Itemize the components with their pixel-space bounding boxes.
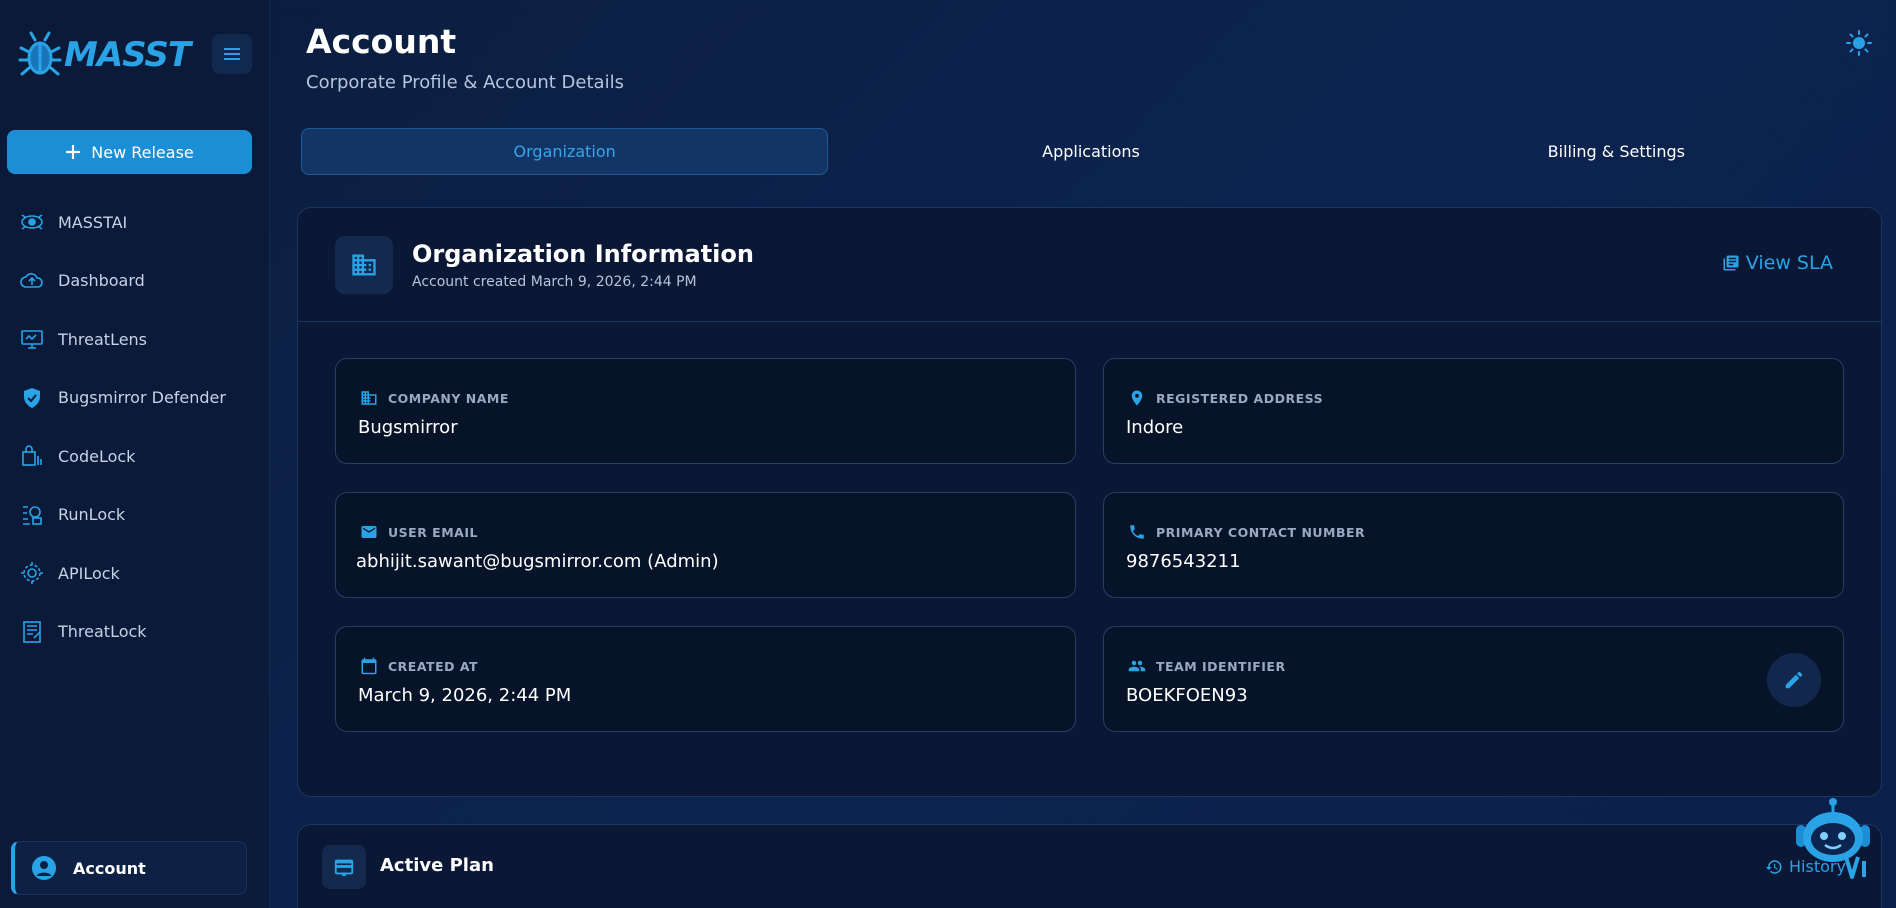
history-icon	[1765, 859, 1782, 874]
monitor-icon	[20, 327, 44, 351]
primary-contact-field: PRIMARY CONTACT NUMBER 9876543211	[1103, 492, 1844, 598]
page-subtitle: Corporate Profile & Account Details	[306, 72, 624, 93]
phone-icon	[1130, 525, 1144, 539]
api-gear-icon	[20, 561, 44, 585]
plan-icon-tile	[322, 845, 366, 889]
organization-icon-tile	[335, 236, 393, 294]
tab-billing-settings[interactable]: Billing & Settings	[1354, 128, 1879, 175]
calendar-icon	[361, 657, 377, 675]
code-lock-icon	[20, 444, 44, 468]
run-lock-icon	[20, 503, 44, 527]
building-icon	[352, 254, 376, 276]
sidebar-item-runlock[interactable]: RunLock	[0, 486, 270, 545]
cloud-upload-icon	[20, 269, 44, 293]
registered-address-value: Indore	[1126, 417, 1184, 438]
user-email-label: USER EMAIL	[388, 524, 478, 540]
account-created-meta: Account created March 9, 2026, 2:44 PM	[412, 274, 697, 290]
view-sla-link[interactable]: View SLA	[1722, 252, 1833, 274]
new-release-button[interactable]: New Release	[7, 130, 252, 174]
brand-name: MASST	[64, 35, 191, 75]
organization-card-header: Organization Information Account created…	[298, 208, 1881, 322]
ai-assistant-button[interactable]	[1788, 795, 1878, 885]
primary-contact-value: 9876543211	[1126, 551, 1241, 572]
menu-toggle-button[interactable]	[212, 34, 252, 74]
people-icon	[1128, 660, 1146, 672]
page-title: Account	[306, 22, 457, 61]
bug-logo-icon	[18, 31, 62, 76]
sidebar-item-bugsmirror-defender[interactable]: Bugsmirror Defender	[0, 369, 270, 428]
registered-address-field: REGISTERED ADDRESS Indore	[1103, 358, 1844, 464]
active-plan-card: Active Plan History	[297, 824, 1882, 908]
card-icon	[334, 859, 354, 877]
user-email-value: abhijit.sawant@bugsmirror.com (Admin)	[356, 551, 719, 572]
sidebar-item-label: RunLock	[58, 505, 126, 525]
created-at-field: CREATED AT March 9, 2026, 2:44 PM	[335, 626, 1076, 732]
registered-address-label: REGISTERED ADDRESS	[1156, 390, 1324, 406]
sidebar-item-dashboard[interactable]: Dashboard	[0, 252, 270, 311]
hamburger-icon	[224, 48, 240, 60]
new-release-label: New Release	[91, 142, 194, 162]
brand-logo[interactable]: MASST	[18, 28, 191, 82]
active-plan-title: Active Plan	[380, 855, 494, 876]
company-name-field: COMPANY NAME Bugsmirror	[335, 358, 1076, 464]
sidebar-item-masstai[interactable]: MASSTAI	[0, 193, 270, 252]
sidebar-item-threatlens[interactable]: ThreatLens	[0, 310, 270, 369]
sidebar-item-account[interactable]: Account	[11, 841, 247, 895]
theme-toggle-button[interactable]	[1846, 30, 1872, 56]
edit-team-identifier-button[interactable]	[1767, 653, 1821, 707]
organization-card: Organization Information Account created…	[297, 207, 1882, 797]
user-circle-icon	[32, 856, 56, 880]
organization-title: Organization Information	[412, 240, 754, 268]
created-at-value: March 9, 2026, 2:44 PM	[358, 685, 572, 706]
company-name-label: COMPANY NAME	[388, 390, 509, 406]
view-sla-label: View SLA	[1745, 252, 1833, 274]
mail-icon	[361, 526, 377, 538]
sidebar-item-label: ThreatLens	[58, 329, 148, 349]
sidebar: MASST New Release MASSTAI Dashboard Thre…	[0, 0, 270, 908]
team-identifier-label: TEAM IDENTIFIER	[1156, 658, 1286, 674]
user-email-field: USER EMAIL abhijit.sawant@bugsmirror.com…	[335, 492, 1076, 598]
sidebar-item-label: APILock	[58, 563, 120, 583]
plus-icon	[66, 145, 81, 159]
created-at-label: CREATED AT	[388, 658, 479, 674]
sidebar-item-codelock[interactable]: CodeLock	[0, 427, 270, 486]
threat-lock-icon	[20, 620, 44, 644]
sidebar-item-label: Dashboard	[58, 271, 145, 291]
pencil-icon	[1785, 671, 1803, 689]
team-identifier-value: BOEKFOEN93	[1126, 685, 1248, 706]
document-icon	[1723, 255, 1739, 271]
sidebar-item-label: Account	[73, 858, 146, 878]
tab-applications[interactable]: Applications	[828, 128, 1353, 175]
sidebar-nav: MASSTAI Dashboard ThreatLens Bugsmirror …	[0, 193, 270, 661]
sidebar-item-apilock[interactable]: APILock	[0, 544, 270, 603]
tab-organization[interactable]: Organization	[301, 128, 829, 175]
sidebar-item-label: CodeLock	[58, 446, 136, 466]
sidebar-item-label: MASSTAI	[58, 212, 128, 232]
building-icon	[361, 391, 377, 405]
shield-icon	[20, 386, 44, 410]
sun-icon	[1846, 30, 1872, 56]
team-identifier-field: TEAM IDENTIFIER BOEKFOEN93	[1103, 626, 1844, 732]
sidebar-item-threatlock[interactable]: ThreatLock	[0, 603, 270, 662]
ai-eye-icon	[20, 210, 44, 234]
sidebar-item-label: ThreatLock	[58, 622, 147, 642]
account-tabs: Organization Applications Billing & Sett…	[301, 128, 1879, 175]
robot-assistant-icon	[1796, 798, 1870, 879]
location-pin-icon	[1131, 390, 1143, 406]
primary-contact-label: PRIMARY CONTACT NUMBER	[1156, 524, 1366, 540]
company-name-value: Bugsmirror	[358, 417, 458, 438]
sidebar-item-label: Bugsmirror Defender	[58, 388, 226, 408]
